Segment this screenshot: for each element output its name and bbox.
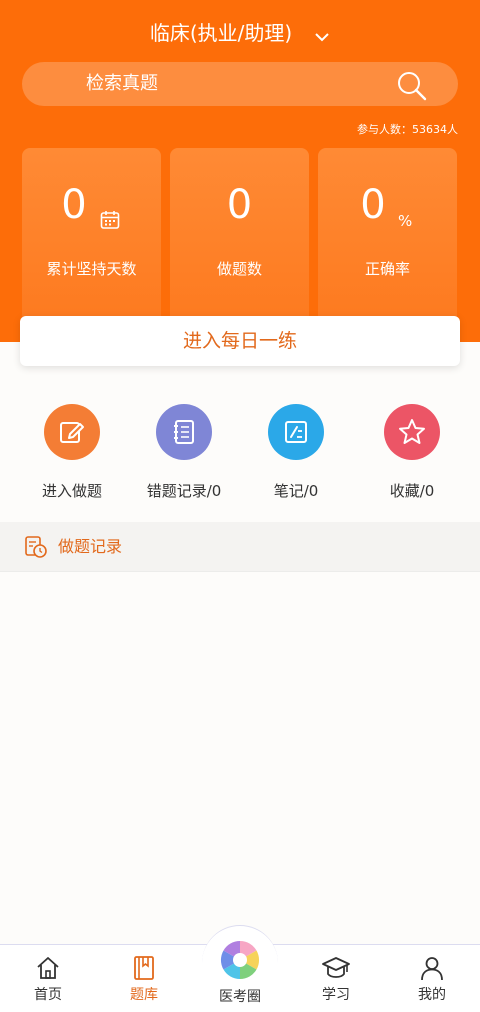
notes-button[interactable]: 笔记/0 xyxy=(246,404,346,502)
stat-label: 累计坚持天数 xyxy=(46,260,137,278)
history-clock-icon xyxy=(24,535,48,563)
favorites-button[interactable]: 收藏/0 xyxy=(362,404,462,502)
tab-label: 题库 xyxy=(130,987,158,1003)
enter-practice-button[interactable]: 进入做题 xyxy=(22,404,122,502)
calendar-icon xyxy=(100,210,120,234)
tab-label: 医考圈 xyxy=(219,989,261,1005)
user-icon xyxy=(392,955,472,983)
tab-label: 学习 xyxy=(322,987,350,1003)
stat-card-streak-days: 0 累计坚持天数 xyxy=(22,148,161,324)
bottom-tab-bar: 首页 题库 学习 我的 医考圈 xyxy=(0,925,480,1012)
note-icon xyxy=(268,404,324,460)
star-icon xyxy=(384,404,440,460)
tab-question-bank[interactable]: 题库 xyxy=(104,945,184,1012)
chevron-down-icon xyxy=(314,20,330,50)
wrong-questions-button[interactable]: 错题记录/0 xyxy=(134,404,234,502)
search-placeholder: 检索真题 xyxy=(86,73,158,94)
practice-record-label: 做题记录 xyxy=(58,537,123,556)
exam-category-label: 临床(执业/助理) xyxy=(149,21,293,45)
aperture-logo-icon xyxy=(219,939,261,981)
stat-label: 正确率 xyxy=(364,260,410,278)
participant-count: 参与人数：53634人 xyxy=(357,123,458,136)
book-icon xyxy=(104,955,184,983)
tab-home[interactable]: 首页 xyxy=(8,945,88,1012)
header-banner: 临床(执业/助理) 检索真题 参与人数：53634人 0 累计坚持天数 0 做题… xyxy=(0,0,480,342)
tab-label: 我的 xyxy=(418,987,446,1003)
search-bar[interactable]: 检索真题 xyxy=(22,62,458,106)
practice-record-row[interactable]: 做题记录 xyxy=(0,522,480,572)
graduation-cap-icon xyxy=(296,955,376,983)
stat-label: 做题数 xyxy=(216,260,262,278)
notebook-icon xyxy=(156,404,212,460)
search-icon[interactable] xyxy=(396,70,428,106)
feature-label: 笔记/0 xyxy=(273,482,319,500)
feature-label: 错题记录/0 xyxy=(146,482,222,500)
tab-study[interactable]: 学习 xyxy=(296,945,376,1012)
stat-value: 0 xyxy=(226,182,253,228)
stat-card-question-count: 0 做题数 xyxy=(170,148,309,324)
percent-unit: % xyxy=(398,212,413,230)
stat-card-accuracy: 0 % 正确率 xyxy=(318,148,457,324)
daily-practice-button[interactable]: 进入每日一练 xyxy=(20,316,460,366)
edit-icon xyxy=(44,404,100,460)
tab-medical-circle[interactable]: 医考圈 xyxy=(202,925,278,1012)
tab-profile[interactable]: 我的 xyxy=(392,945,472,1012)
exam-category-selector[interactable]: 临床(执业/助理) xyxy=(0,18,480,50)
feature-label: 收藏/0 xyxy=(389,482,435,500)
tab-label: 首页 xyxy=(34,987,62,1003)
home-icon xyxy=(8,955,88,983)
feature-label: 进入做题 xyxy=(41,482,102,500)
